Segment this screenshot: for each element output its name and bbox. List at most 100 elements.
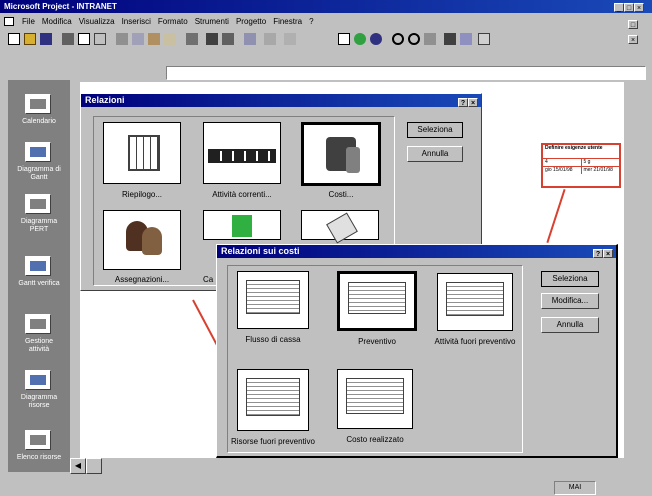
zoom-in-icon[interactable] [392, 33, 404, 45]
zoom-out-icon[interactable] [408, 33, 420, 45]
relazioni-item-personalizzati[interactable] [301, 210, 379, 244]
unlink-icon[interactable] [222, 33, 234, 45]
goto-task-icon[interactable] [424, 33, 436, 45]
view-gantt-label[interactable]: Diagramma di Gantt [15, 166, 63, 182]
entry-bar-input[interactable] [166, 66, 646, 80]
window-controls: _ □ × [614, 2, 644, 12]
doc-restore-button[interactable]: □ [628, 20, 638, 29]
pert-task-box[interactable]: Definire esigenze utente 4 5 g gio 15/01… [541, 143, 621, 188]
assign-icon[interactable] [284, 33, 296, 45]
split-icon[interactable] [244, 33, 256, 45]
menu-item[interactable]: Formato [158, 17, 188, 26]
calendar-grid-icon [128, 135, 160, 171]
menu-item[interactable]: ? [309, 17, 313, 26]
costi-item-attivita-fuori-preventivo[interactable] [437, 273, 513, 331]
costi-item-flusso-di-cassa[interactable] [237, 271, 309, 329]
scroll-left-button[interactable]: ◀ [70, 458, 86, 474]
spelling-icon[interactable] [94, 33, 106, 45]
resources-icon[interactable] [370, 33, 382, 45]
task-info-icon[interactable] [264, 33, 276, 45]
view-gestione-attivita-icon[interactable] [25, 314, 51, 334]
close-button[interactable]: × [634, 3, 644, 12]
view-gestione-attivita-label[interactable]: Gestione attività [15, 338, 63, 354]
relazioni-close-button[interactable]: × [468, 98, 478, 107]
relazioni-cancel-button[interactable]: Annulla [407, 146, 463, 162]
menu-item[interactable]: Modifica [42, 17, 72, 26]
minimize-button[interactable]: _ [614, 3, 624, 12]
relazioni-item-label: Costi... [328, 190, 354, 199]
menu-item[interactable]: Progetto [236, 17, 266, 26]
horizontal-scrollbar[interactable]: ◀ [70, 458, 624, 474]
costi-modify-button[interactable]: Modifica... [541, 293, 599, 309]
copy-icon[interactable] [132, 33, 144, 45]
pert-task-id: 4 [545, 159, 548, 165]
status-bar: MAI [0, 478, 652, 496]
menu-item[interactable]: Inserisci [122, 17, 151, 26]
save-icon[interactable] [40, 33, 52, 45]
costi-item-label: Preventivo [358, 337, 396, 346]
scroll-thumb[interactable] [86, 458, 102, 474]
vertical-scrollbar[interactable] [624, 82, 640, 474]
relazioni-title: Relazioni [85, 95, 125, 105]
status-mode: MAI [554, 481, 596, 495]
menu-item[interactable]: Visualizza [79, 17, 115, 26]
report-sheet-icon [246, 378, 300, 416]
relazioni-item-label: Attività correnti... [212, 190, 272, 199]
relazioni-item-label: Riepilogo... [121, 190, 163, 199]
report-sheet-icon [246, 280, 300, 314]
view-gantt-icon[interactable] [25, 142, 51, 162]
relazioni-item-assegnazioni[interactable] [103, 210, 181, 270]
view-elenco-risorse-label[interactable]: Elenco risorse [15, 454, 63, 462]
gantt-wizard-icon[interactable] [460, 33, 472, 45]
print-icon[interactable] [62, 33, 74, 45]
doc-icon [4, 17, 14, 26]
relazioni-item-riepilogo[interactable] [103, 122, 181, 184]
view-diagramma-risorse-label[interactable]: Diagramma risorse [15, 394, 63, 410]
costi-item-costo-realizzato[interactable] [337, 369, 413, 429]
costi-select-button[interactable]: Seleziona [541, 271, 599, 287]
new-icon[interactable] [8, 33, 20, 45]
menu-item[interactable]: Finestra [273, 17, 302, 26]
view-calendario-label[interactable]: Calendario [15, 118, 63, 126]
menu-bar: File Modifica Visualizza Inserisci Formato St… [0, 14, 652, 44]
cut-icon[interactable] [116, 33, 128, 45]
relazioni-title-bar: Relazioni ? × [81, 94, 481, 107]
report-sheet-icon [446, 282, 504, 316]
menu-item[interactable]: Strumenti [195, 17, 229, 26]
relazioni-help-button[interactable]: ? [458, 98, 468, 107]
object-icon[interactable] [354, 33, 366, 45]
table-icon[interactable] [338, 33, 350, 45]
undo-icon[interactable] [186, 33, 198, 45]
relazioni-item-carico[interactable] [203, 210, 281, 240]
costi-close-button[interactable]: × [603, 249, 613, 258]
paste-icon[interactable] [148, 33, 160, 45]
view-pert-icon[interactable] [25, 194, 51, 214]
view-diagramma-risorse-icon[interactable] [25, 370, 51, 390]
costi-cancel-button[interactable]: Annulla [541, 317, 599, 333]
costi-help-button[interactable]: ? [593, 249, 603, 258]
print-preview-icon[interactable] [78, 33, 90, 45]
maximize-button[interactable]: □ [624, 3, 634, 12]
costi-item-label: Risorse fuori preventivo [230, 437, 316, 446]
help-icon[interactable] [478, 33, 490, 45]
open-icon[interactable] [24, 33, 36, 45]
link-icon[interactable] [206, 33, 218, 45]
documents-icon [326, 212, 358, 244]
view-pert-label[interactable]: Diagramma PERT [15, 218, 63, 234]
relazioni-item-attivita-correnti[interactable] [203, 122, 281, 184]
relazioni-item-costi[interactable] [301, 122, 381, 186]
copy-picture-icon[interactable] [444, 33, 456, 45]
app-title: Microsoft Project - INTRANET [4, 2, 117, 11]
pert-task-start: gio 15/01/98 [545, 167, 573, 173]
view-gantt-verifica-icon[interactable] [25, 256, 51, 276]
film-strip-icon [208, 149, 276, 163]
costi-item-preventivo[interactable] [337, 271, 417, 331]
menu-item[interactable]: File [22, 17, 35, 26]
relazioni-select-button[interactable]: Seleziona [407, 122, 463, 138]
view-gantt-verifica-label[interactable]: Gantt verifica [15, 280, 63, 288]
view-calendario-icon[interactable] [25, 94, 51, 114]
format-painter-icon[interactable] [164, 33, 176, 45]
costi-item-risorse-fuori-preventivo[interactable] [237, 369, 309, 431]
app-title-bar: Microsoft Project - INTRANET [0, 0, 652, 13]
view-elenco-risorse-icon[interactable] [25, 430, 51, 450]
